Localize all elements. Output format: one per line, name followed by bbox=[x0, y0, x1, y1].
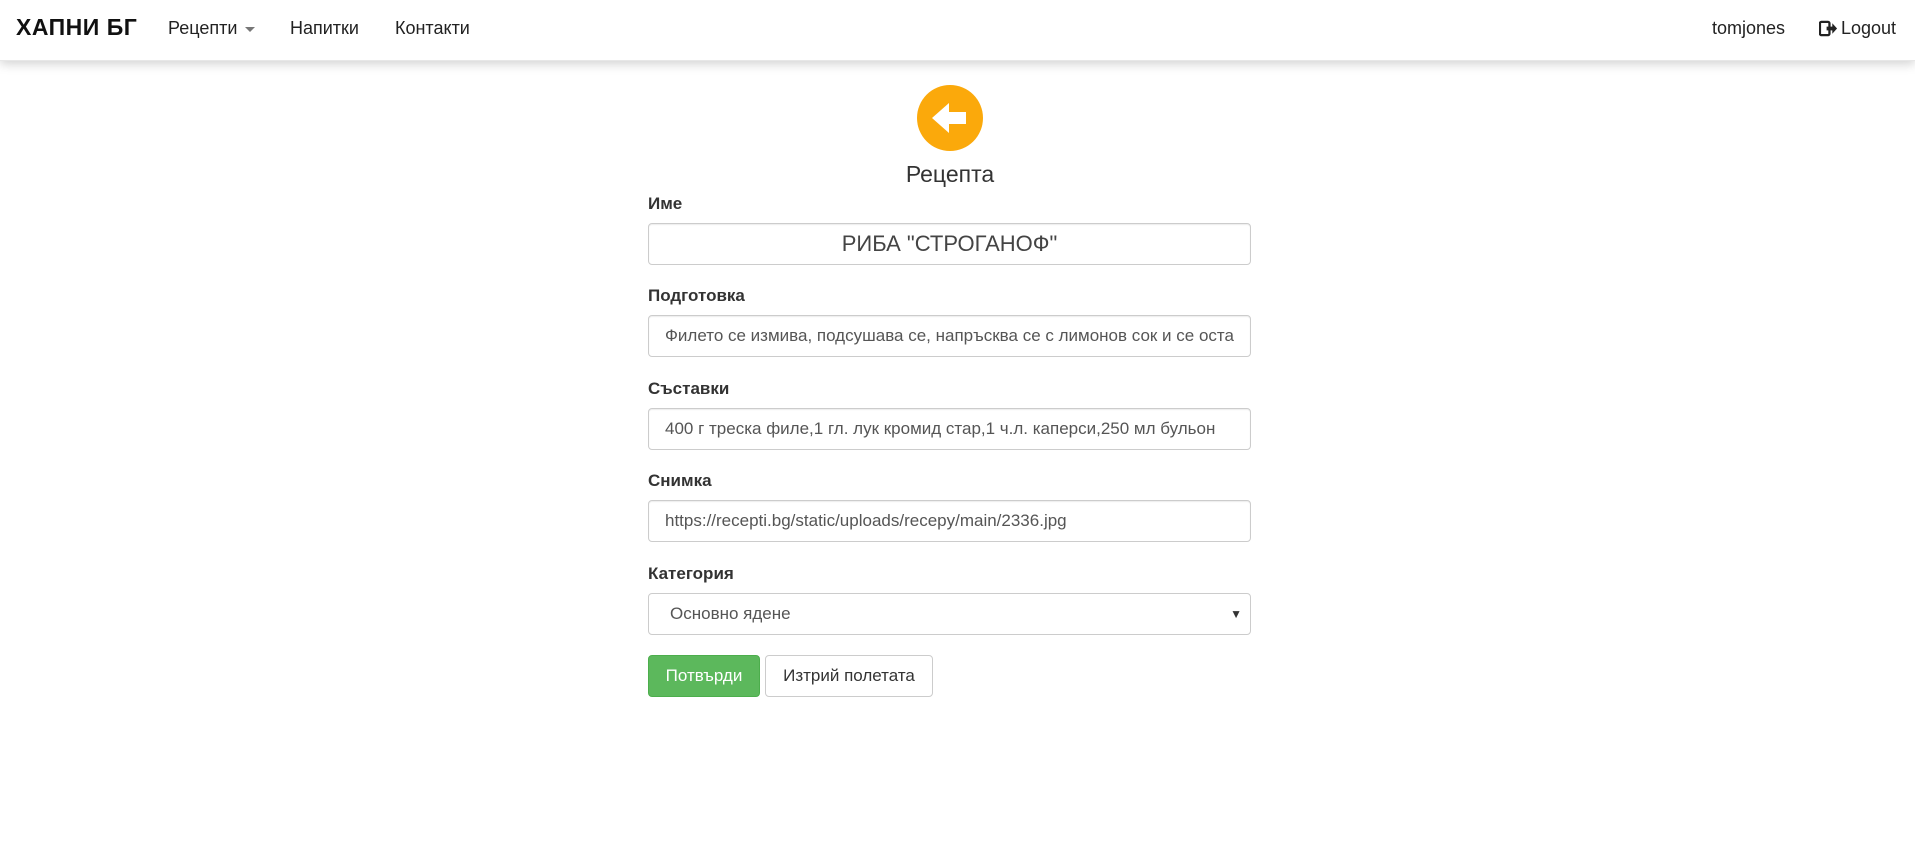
logout-label: Logout bbox=[1840, 18, 1896, 38]
clear-fields-button[interactable]: Изтрий полетата bbox=[765, 655, 933, 697]
ingredients-input[interactable] bbox=[648, 408, 1251, 450]
brand-logo[interactable]: ХАПНИ БГ bbox=[16, 14, 137, 41]
category-selected-value: Основно ядене bbox=[670, 604, 791, 623]
photo-label: Снимка bbox=[648, 471, 712, 490]
photo-url-input[interactable] bbox=[648, 500, 1251, 542]
arrow-left-circle-icon bbox=[917, 85, 983, 151]
preparation-label: Подготовка bbox=[648, 286, 745, 305]
submit-button[interactable]: Потвърди bbox=[648, 655, 760, 697]
name-input[interactable] bbox=[648, 223, 1251, 265]
category-select[interactable]: Основно ядене ▼ bbox=[648, 593, 1251, 635]
ingredients-label: Съставки bbox=[648, 379, 730, 398]
back-button[interactable] bbox=[917, 85, 983, 151]
logout-icon bbox=[1818, 19, 1838, 38]
preparation-input[interactable] bbox=[648, 315, 1251, 357]
name-label: Име bbox=[648, 194, 683, 213]
nav-item-drinks[interactable]: Напитки bbox=[290, 18, 359, 39]
top-navbar: ХАПНИ БГ Рецепти Напитки Контакти tomjon… bbox=[0, 0, 1915, 61]
logout-link[interactable]: Logout bbox=[1818, 18, 1896, 39]
nav-item-recipes-label: Рецепти bbox=[168, 18, 238, 38]
page-title: Рецепта bbox=[905, 161, 995, 187]
dropdown-arrow-icon: ▼ bbox=[1230, 607, 1242, 621]
category-label: Категория bbox=[648, 564, 734, 583]
nav-item-contacts[interactable]: Контакти bbox=[395, 18, 470, 39]
caret-down-icon bbox=[245, 26, 256, 32]
nav-item-recipes[interactable]: Рецепти bbox=[168, 18, 256, 39]
user-name-link[interactable]: tomjones bbox=[1712, 18, 1785, 39]
